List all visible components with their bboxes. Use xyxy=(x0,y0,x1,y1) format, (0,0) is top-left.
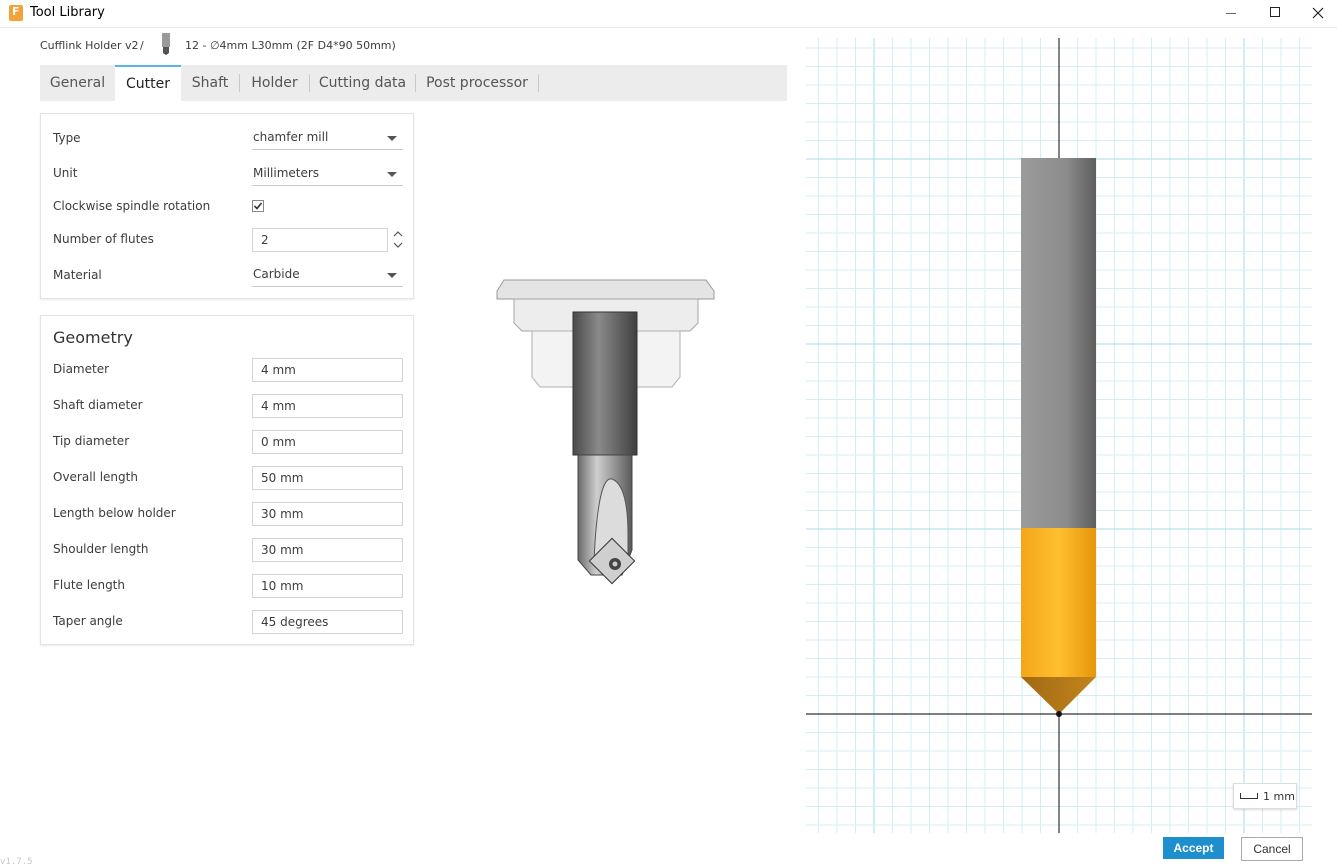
length-below-holder-field[interactable]: 30 mm xyxy=(252,502,403,526)
ruler-icon xyxy=(1240,793,1258,799)
shoulder-length-label: Shoulder length xyxy=(53,542,149,556)
geometry-title: Geometry xyxy=(53,328,133,347)
chevron-down-icon xyxy=(387,172,397,177)
endmill-icon xyxy=(162,33,170,55)
flutes-label: Number of flutes xyxy=(53,232,154,246)
version-label: v1.7.5 xyxy=(0,857,33,867)
shaft-profile xyxy=(1021,158,1096,528)
tab-divider xyxy=(538,74,539,92)
diameter-label: Diameter xyxy=(53,362,110,376)
spindle-rotation-label: Clockwise spindle rotation xyxy=(53,199,211,213)
type-value: chamfer mill xyxy=(253,130,329,144)
cutter-properties-card: Type chamfer mill Unit Millimeters Clock… xyxy=(40,113,414,299)
accept-button[interactable]: Accept xyxy=(1163,837,1224,859)
tab-cutter[interactable]: Cutter xyxy=(115,65,181,101)
fusion-app-icon: F xyxy=(9,5,23,21)
tip-diameter-label: Tip diameter xyxy=(53,434,130,448)
tab-bar: General Cutter Shaft Holder Cutting data… xyxy=(40,65,787,101)
shank-shape xyxy=(572,311,638,576)
flute-profile xyxy=(1021,528,1096,677)
breadcrumb-library[interactable]: Cufflink Holder v2 xyxy=(40,39,139,52)
spindle-rotation-checkbox[interactable] xyxy=(252,200,264,212)
type-label: Type xyxy=(53,131,81,145)
tab-holder[interactable]: Holder xyxy=(240,65,309,101)
chevron-down-icon xyxy=(387,273,397,278)
tool-profile-viewport[interactable] xyxy=(806,38,1312,833)
tool-3d-preview[interactable] xyxy=(494,275,718,590)
type-dropdown[interactable]: chamfer mill xyxy=(252,126,403,150)
length-below-holder-label: Length below holder xyxy=(53,506,176,520)
unit-label: Unit xyxy=(53,166,78,180)
shaft-diameter-field[interactable]: 4 mm xyxy=(252,394,403,418)
maximize-icon xyxy=(1270,7,1280,17)
scale-indicator: 1 mm xyxy=(1233,783,1297,809)
close-icon xyxy=(1312,7,1324,19)
overall-length-label: Overall length xyxy=(53,470,138,484)
diameter-field[interactable]: 4 mm xyxy=(252,358,403,382)
flute-length-label: Flute length xyxy=(53,578,125,592)
breadcrumb-tool: 12 - ∅4mm L30mm (2F D4*90 50mm) xyxy=(185,39,396,52)
unit-dropdown[interactable]: Millimeters xyxy=(252,162,403,186)
tab-post-processor[interactable]: Post processor xyxy=(416,65,538,101)
maximize-button[interactable] xyxy=(1252,0,1298,28)
close-button[interactable] xyxy=(1296,0,1337,28)
checkmark-icon xyxy=(253,202,263,210)
material-dropdown[interactable]: Carbide xyxy=(252,263,403,287)
flutes-stepper[interactable] xyxy=(392,228,404,252)
flute-length-field[interactable]: 10 mm xyxy=(252,574,403,598)
tab-shaft[interactable]: Shaft xyxy=(181,65,239,101)
shaft-diameter-label: Shaft diameter xyxy=(53,398,143,412)
minimize-icon xyxy=(1226,13,1236,14)
window-title: Tool Library xyxy=(30,5,105,20)
unit-value: Millimeters xyxy=(253,166,320,180)
flutes-input[interactable]: 2 xyxy=(252,228,388,252)
taper-angle-field[interactable]: 45 degrees xyxy=(252,610,403,634)
geometry-card: Geometry Diameter 4 mm Shaft diameter 4 … xyxy=(40,315,414,645)
shoulder-length-field[interactable]: 30 mm xyxy=(252,538,403,562)
minimize-button[interactable] xyxy=(1204,0,1250,28)
tip-diameter-field[interactable]: 0 mm xyxy=(252,430,403,454)
breadcrumb-separator: / xyxy=(140,39,144,52)
title-bar: F Tool Library xyxy=(0,0,1337,28)
origin-point xyxy=(1056,711,1062,717)
overall-length-field[interactable]: 50 mm xyxy=(252,466,403,490)
chevron-down-icon xyxy=(387,136,397,141)
taper-angle-label: Taper angle xyxy=(53,614,123,628)
material-value: Carbide xyxy=(253,267,300,281)
cancel-button[interactable]: Cancel xyxy=(1241,837,1303,861)
tab-cutting-data[interactable]: Cutting data xyxy=(310,65,415,101)
tab-general[interactable]: General xyxy=(40,65,115,101)
material-label: Material xyxy=(53,268,102,282)
